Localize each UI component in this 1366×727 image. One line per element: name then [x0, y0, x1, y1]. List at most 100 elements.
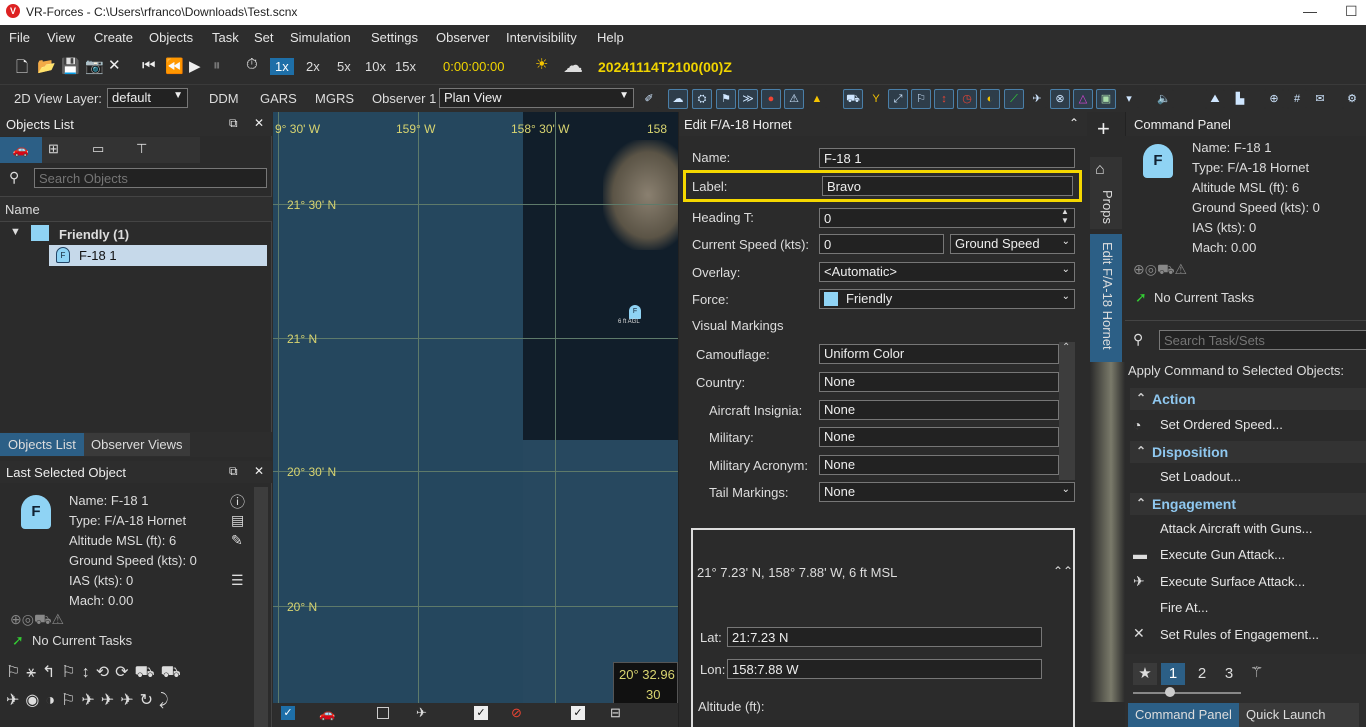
tab-props[interactable]: ⌂ Props: [1090, 157, 1122, 229]
zoom-fit-icon[interactable]: ⤢: [888, 89, 908, 109]
speed-input[interactable]: [819, 234, 944, 254]
tab-quick-launch[interactable]: Quick Launch: [1239, 703, 1359, 727]
cmd-set-ordered-speed[interactable]: Set Ordered Speed...: [1160, 417, 1283, 432]
search-objects-input[interactable]: [34, 168, 267, 188]
new-file-icon[interactable]: 🗋: [16, 57, 28, 82]
menu-file[interactable]: File: [9, 30, 30, 45]
collapse-up-icon[interactable]: ⌃⌃: [1053, 564, 1073, 578]
overlay-icon[interactable]: ▣: [1096, 89, 1116, 109]
menu-help[interactable]: Help: [597, 30, 624, 45]
paint-icon[interactable]: ▾: [1119, 89, 1139, 109]
open-folder-icon[interactable]: 📂: [37, 57, 56, 75]
menu-simulation[interactable]: Simulation: [290, 30, 351, 45]
tab-edit-object[interactable]: Edit F/A-18 Hornet: [1090, 234, 1122, 362]
friendly-group-label[interactable]: Friendly (1): [59, 227, 129, 242]
magic-wand-icon[interactable]: ⚚: [1250, 663, 1263, 681]
lat-input[interactable]: [727, 627, 1042, 647]
cmd-set-roe[interactable]: Set Rules of Engagement...: [1160, 627, 1319, 642]
collapse-icon[interactable]: ⌃: [1069, 116, 1079, 130]
menu-observer[interactable]: Observer: [436, 30, 489, 45]
building-icon[interactable]: ▙: [1230, 89, 1250, 109]
cloud-layer-icon[interactable]: ☁: [668, 89, 688, 109]
markings-scrollbar[interactable]: ⌃: [1059, 342, 1075, 480]
country-select[interactable]: None: [819, 372, 1059, 392]
tactical-graphic-icon[interactable]: ⚑: [716, 89, 736, 109]
gars-button[interactable]: GARS: [260, 91, 297, 106]
speed-type-select[interactable]: Ground Speed ⌄: [950, 234, 1075, 254]
step-back-icon[interactable]: ⏪: [165, 57, 184, 75]
menu-settings[interactable]: Settings: [371, 30, 418, 45]
pyramid-icon[interactable]: ▲: [807, 89, 827, 109]
tab-objects-list[interactable]: Objects List: [0, 433, 84, 456]
clock-icon[interactable]: ◷: [957, 89, 977, 109]
close-icon[interactable]: ✕: [254, 464, 264, 478]
label-input[interactable]: [822, 176, 1073, 196]
undock-icon[interactable]: ⧉: [229, 464, 238, 479]
aircraft-icon[interactable]: ✈: [1027, 89, 1047, 109]
chevron-down-icon[interactable]: ▼: [10, 226, 21, 238]
cmd-fire-at[interactable]: Fire At...: [1160, 600, 1208, 615]
antenna-icon[interactable]: Y: [866, 89, 886, 109]
save-icon[interactable]: 💾: [61, 57, 80, 75]
speed-2x-button[interactable]: 2x: [306, 59, 320, 74]
settings-icon[interactable]: ⚙: [1342, 89, 1362, 109]
speed-1x-button[interactable]: 1x: [270, 58, 294, 75]
no-symbol-icon[interactable]: ⊗: [1050, 89, 1070, 109]
hazard-icon[interactable]: ●: [761, 89, 781, 109]
mgrs-button[interactable]: MGRS: [315, 91, 354, 106]
military-select[interactable]: None: [819, 427, 1059, 447]
vehicle-icon[interactable]: ⛟: [843, 89, 863, 109]
ddm-button[interactable]: DDM: [209, 91, 239, 106]
tail-markings-select[interactable]: None ⌄: [819, 482, 1075, 502]
menu-task[interactable]: Task: [212, 30, 239, 45]
chart-line-icon[interactable]: ⟋: [1004, 89, 1024, 109]
page-slider[interactable]: [1133, 692, 1241, 694]
tree-filter-icon[interactable]: ⊤: [136, 141, 147, 157]
observer-view-select[interactable]: Plan View ▼: [439, 88, 634, 108]
menu-objects[interactable]: Objects: [149, 30, 193, 45]
aircraft-icon[interactable]: ✈: [416, 705, 427, 721]
close-scenario-icon[interactable]: ✕: [108, 56, 121, 74]
section-disposition[interactable]: ⌃ Disposition: [1130, 441, 1366, 463]
menu-view[interactable]: View: [47, 30, 75, 45]
route-icon[interactable]: ≫: [738, 89, 758, 109]
speed-15x-button[interactable]: 15x: [395, 59, 416, 74]
vehicle-icon[interactable]: 🚗: [319, 706, 335, 722]
unit-icon[interactable]: ⛭: [692, 89, 712, 109]
globe-icon[interactable]: ⊕: [1264, 89, 1284, 109]
area-icon[interactable]: ◐: [980, 89, 1000, 109]
info-icon[interactable]: ⓘ: [230, 491, 245, 512]
heading-input[interactable]: [819, 208, 1075, 228]
object-row-f18[interactable]: F F-18 1: [49, 245, 267, 266]
menu-create[interactable]: Create: [94, 30, 133, 45]
maximize-icon[interactable]: ☐: [1345, 3, 1358, 20]
folder-filter-icon[interactable]: ▭: [92, 141, 104, 157]
command-icon-row-2[interactable]: ✈◉◑⚐✈✈✈↻⤸: [6, 692, 175, 709]
name-input[interactable]: [819, 148, 1075, 168]
page-2-button[interactable]: 2: [1190, 663, 1214, 685]
cloud-weather-icon[interactable]: ☁: [563, 53, 583, 78]
waypoint-icon[interactable]: ⚐: [911, 89, 931, 109]
close-icon[interactable]: ✕: [254, 116, 264, 130]
speed-10x-button[interactable]: 10x: [365, 59, 386, 74]
command-icon-row-1[interactable]: ⚐⚹↰⚐↕⟲⟳⛟⛟: [6, 664, 187, 681]
scroll-up-icon[interactable]: ⌃: [1062, 342, 1070, 353]
cmd-execute-surface-attack[interactable]: Execute Surface Attack...: [1160, 574, 1305, 589]
hierarchy-filter-icon[interactable]: ⊞: [48, 141, 59, 157]
add-icon[interactable]: +: [1097, 116, 1110, 142]
list-icon[interactable]: ☰: [231, 572, 244, 589]
column-header[interactable]: Name: [0, 196, 272, 222]
search-tasks-input[interactable]: [1159, 330, 1366, 350]
sun-icon[interactable]: ☀: [535, 55, 548, 73]
checkbox-icon[interactable]: [377, 707, 389, 719]
heading-stepper-icon[interactable]: ▲ ▼: [1061, 207, 1069, 225]
aircraft-unit-marker[interactable]: F: [629, 305, 641, 319]
no-route-icon[interactable]: ⊘: [511, 705, 522, 721]
grid-icon[interactable]: #: [1287, 89, 1307, 109]
military-acronym-select[interactable]: None: [819, 455, 1059, 475]
checkbox-icon[interactable]: ✓: [571, 706, 585, 720]
pause-icon[interactable]: ⏸: [213, 57, 221, 74]
cmd-execute-gun-attack[interactable]: Execute Gun Attack...: [1160, 547, 1285, 562]
section-action[interactable]: ⌃ Action: [1130, 388, 1366, 410]
line-icon[interactable]: ↕: [934, 89, 954, 109]
